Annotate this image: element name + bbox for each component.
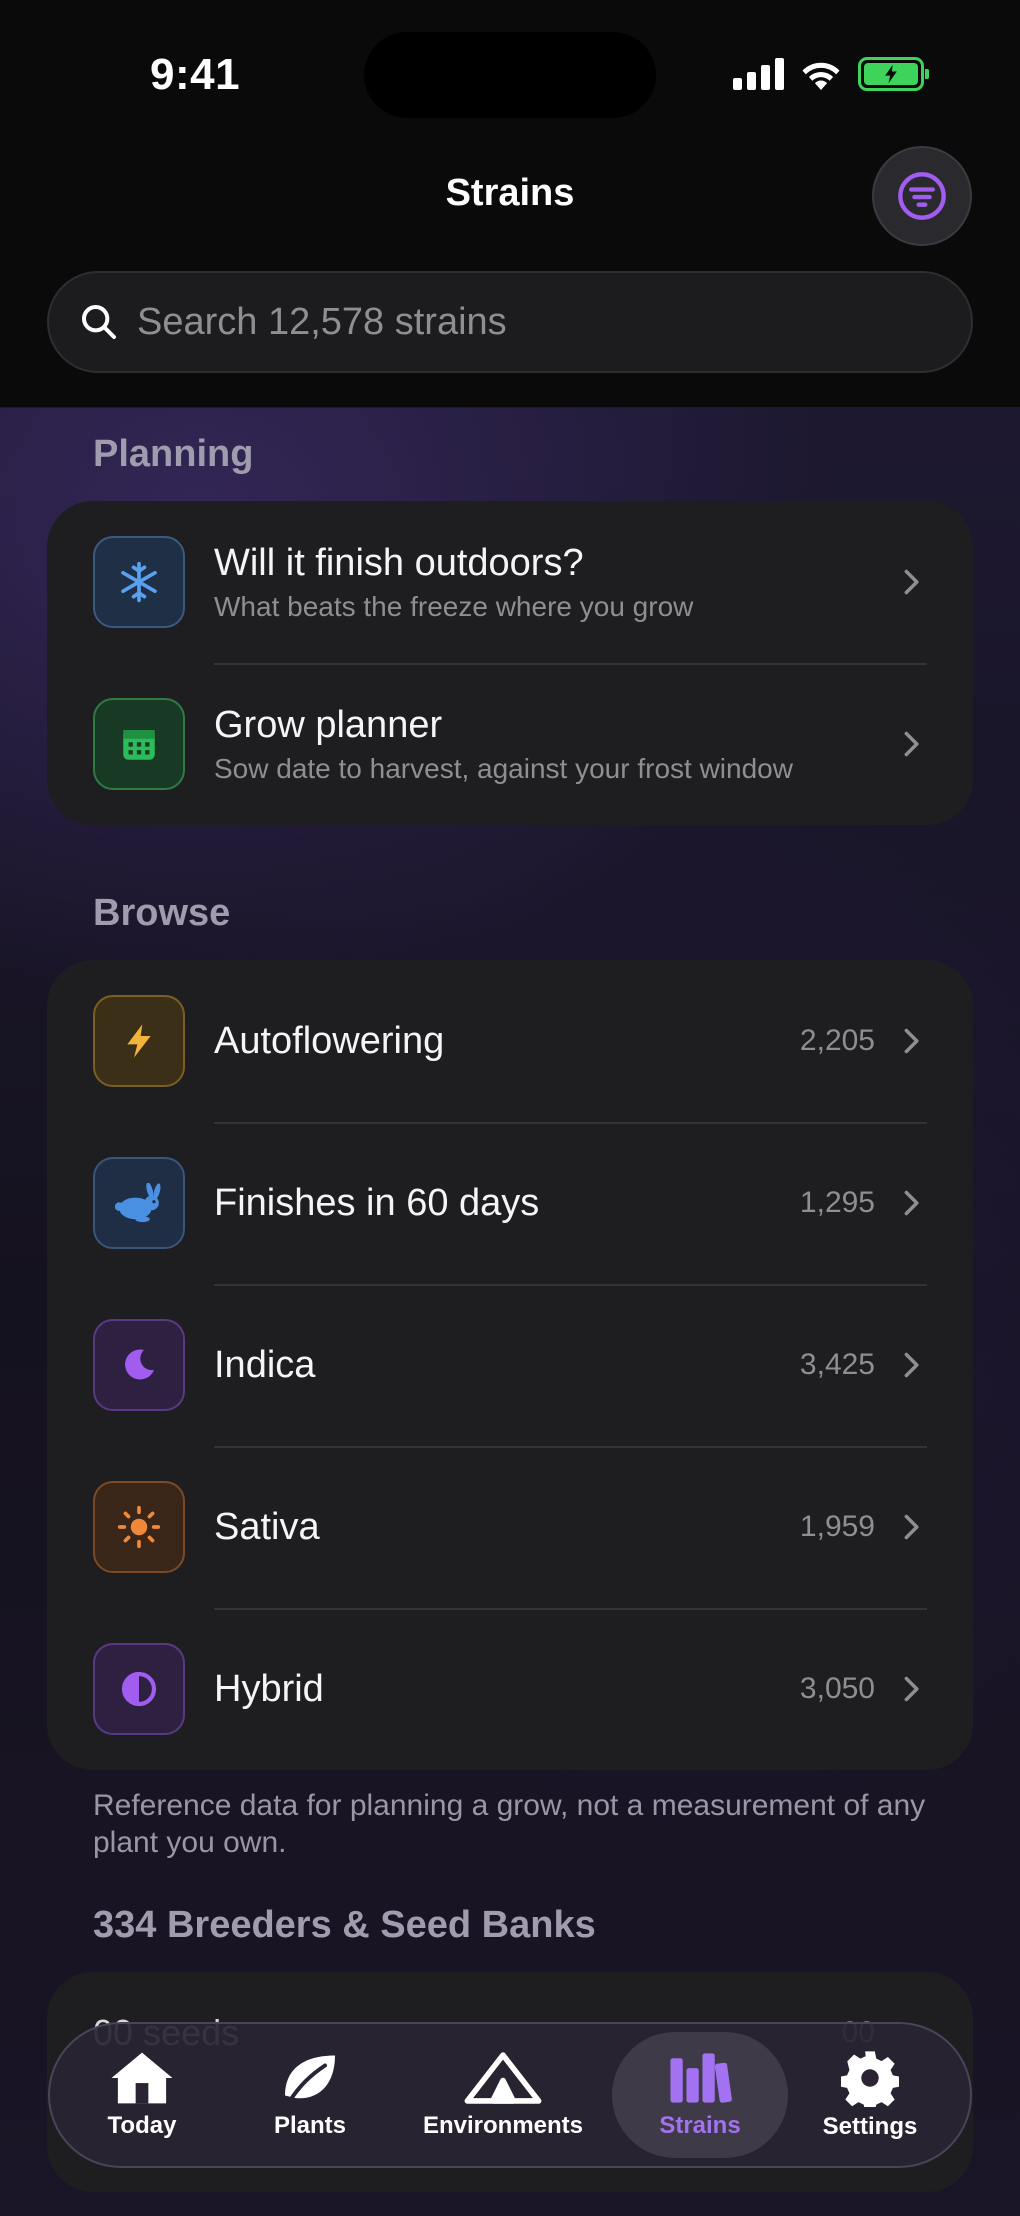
gear-icon [841,2051,899,2107]
top-bar: 9:41 Strains [0,0,1020,408]
section-title-breeders: 334 Breeders & Seed Banks [93,1904,596,1946]
chevron-right-icon [904,1676,919,1702]
status-time: 9:41 [150,50,241,99]
chevron-right-icon [904,1190,919,1216]
browse-item-label: Hybrid [214,1667,324,1710]
browse-item-label: Sativa [214,1505,320,1548]
rabbit-icon [93,1157,185,1249]
page-title: Strains [445,172,575,214]
tent-icon [464,2052,542,2104]
lightning-icon [93,995,185,1087]
filter-button[interactable] [872,146,972,246]
tab-today[interactable]: Today [58,2032,226,2158]
browse-item-count: 2,205 [799,1024,875,1057]
tab-label: Environments [422,2112,584,2139]
search-field[interactable] [47,271,973,373]
chevron-right-icon [904,1028,919,1054]
chevron-right-icon [904,1352,919,1378]
browse-item-count: 3,425 [799,1348,875,1381]
browse-item-label: Autoflowering [214,1019,445,1062]
browse-item-count: 1,295 [799,1186,875,1219]
browse-item-label: Indica [214,1343,316,1386]
browse-item-hybrid[interactable]: Hybrid 3,050 [47,1608,973,1770]
calendar-icon [93,698,185,790]
tab-environments[interactable]: Environments [394,2032,612,2158]
search-icon [82,305,116,339]
chevron-right-icon [904,731,919,757]
leaf-icon [285,2055,335,2103]
filter-icon [898,172,946,220]
planning-item-title: Grow planner [214,703,443,746]
browse-item-count: 3,050 [799,1672,875,1705]
browse-item-label: Finishes in 60 days [214,1181,540,1224]
battery-charging-icon [858,57,929,91]
search-input[interactable] [137,300,937,344]
snowflake-icon [93,536,185,628]
tab-settings[interactable]: Settings [788,2032,952,2158]
section-title-planning: Planning [93,433,254,475]
browse-item-indica[interactable]: Indica 3,425 [47,1284,973,1446]
moon-icon [93,1319,185,1411]
browse-card: Autoflowering 2,205 Finishes in 60 days … [47,960,973,1770]
tab-label: Strains [659,2112,741,2139]
browse-item-sativa[interactable]: Sativa 1,959 [47,1446,973,1608]
planning-item-subtitle: Sow date to harvest, against your frost … [214,752,793,784]
chevron-right-icon [904,1514,919,1540]
planning-item-subtitle: What beats the freeze where you grow [214,590,694,622]
planning-item-outdoors[interactable]: Will it finish outdoors? What beats the … [47,501,973,663]
tab-label: Settings [822,2113,918,2140]
wifi-icon [802,62,840,91]
planning-item-title: Will it finish outdoors? [214,541,584,584]
books-icon [670,2053,732,2103]
tab-strains[interactable]: Strains [612,2032,788,2158]
house-icon [111,2052,173,2104]
tab-label: Plants [273,2112,347,2139]
browse-item-finishes-60-days[interactable]: Finishes in 60 days 1,295 [47,1122,973,1284]
status-icons [733,56,929,92]
cellular-signal-icon [733,58,784,90]
tab-plants[interactable]: Plants [226,2032,394,2158]
section-title-browse: Browse [93,892,231,934]
planning-item-grow-planner[interactable]: Grow planner Sow date to harvest, agains… [47,663,973,825]
reference-footnote: Reference data for planning a grow, not … [93,1789,926,1859]
planning-card: Will it finish outdoors? What beats the … [47,501,973,825]
tab-bar: Today Plants Environments Strains Settin… [48,2022,972,2168]
browse-item-autoflowering[interactable]: Autoflowering 2,205 [47,960,973,1122]
half-circle-icon [93,1643,185,1735]
browse-item-count: 1,959 [799,1510,875,1543]
dynamic-island [364,32,656,118]
tab-label: Today [107,2112,177,2139]
chevron-right-icon [904,569,919,595]
sun-icon [93,1481,185,1573]
